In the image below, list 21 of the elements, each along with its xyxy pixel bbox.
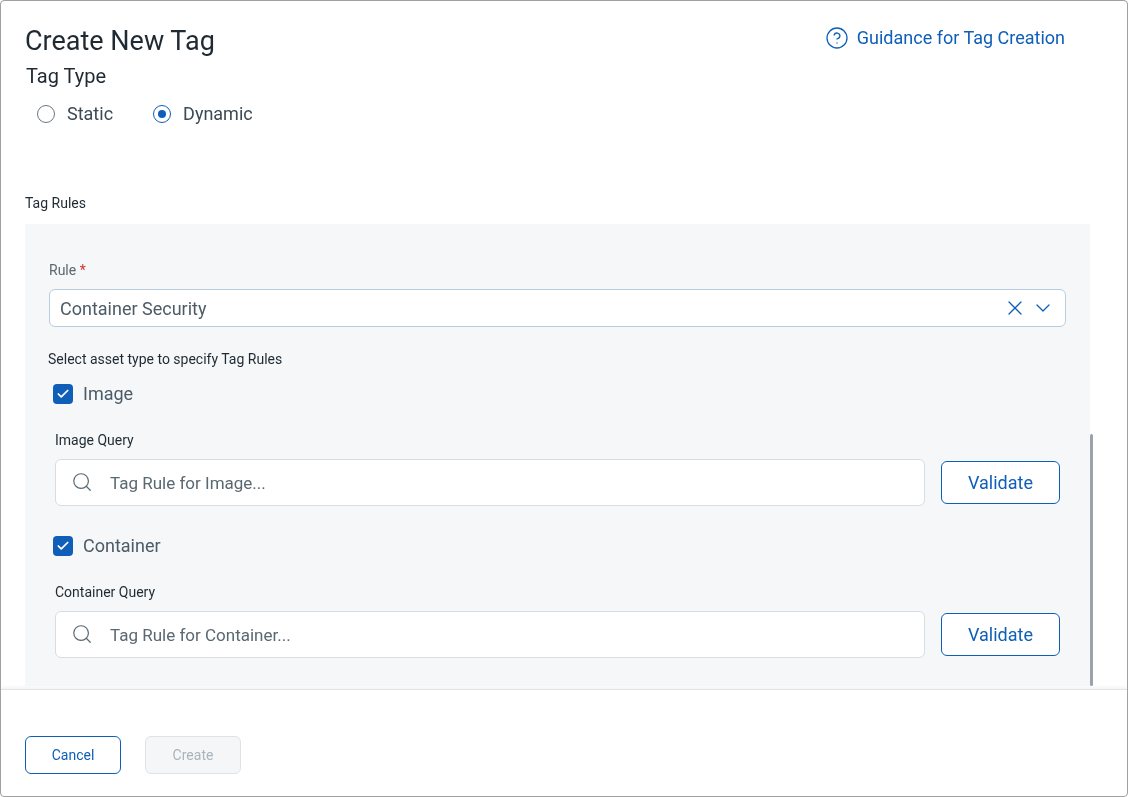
dialog-title: Create New Tag — [25, 25, 215, 57]
radio-option[interactable]: Dynamic — [153, 100, 253, 127]
tag-type-label: Tag Type — [26, 64, 108, 88]
asset-checkbox[interactable]: Container — [53, 532, 1066, 559]
radio-option[interactable]: Static — [37, 100, 114, 127]
asset-checkbox[interactable]: Image — [53, 380, 1066, 407]
validate-button[interactable]: Validate — [941, 461, 1060, 504]
query-field[interactable]: Tag Rule for Image... — [55, 459, 925, 506]
help-icon — [824, 25, 849, 50]
tag-rules-label: Tag Rules — [25, 194, 87, 213]
validate-button[interactable]: Validate — [941, 613, 1060, 656]
rule-label: Rule * — [49, 261, 87, 280]
query-label: Container Query — [55, 583, 157, 602]
search-icon — [71, 623, 93, 645]
asset-prompt: Select asset type to specify Tag Rules — [48, 350, 284, 369]
cancel-button[interactable]: Cancel — [25, 736, 121, 774]
guidance-link[interactable]: Guidance for Tag Creation — [824, 24, 1065, 51]
search-icon — [71, 471, 93, 493]
query-field[interactable]: Tag Rule for Container... — [55, 611, 925, 658]
rule-select[interactable]: Container Security — [49, 289, 1066, 327]
query-label: Image Query — [55, 431, 135, 450]
